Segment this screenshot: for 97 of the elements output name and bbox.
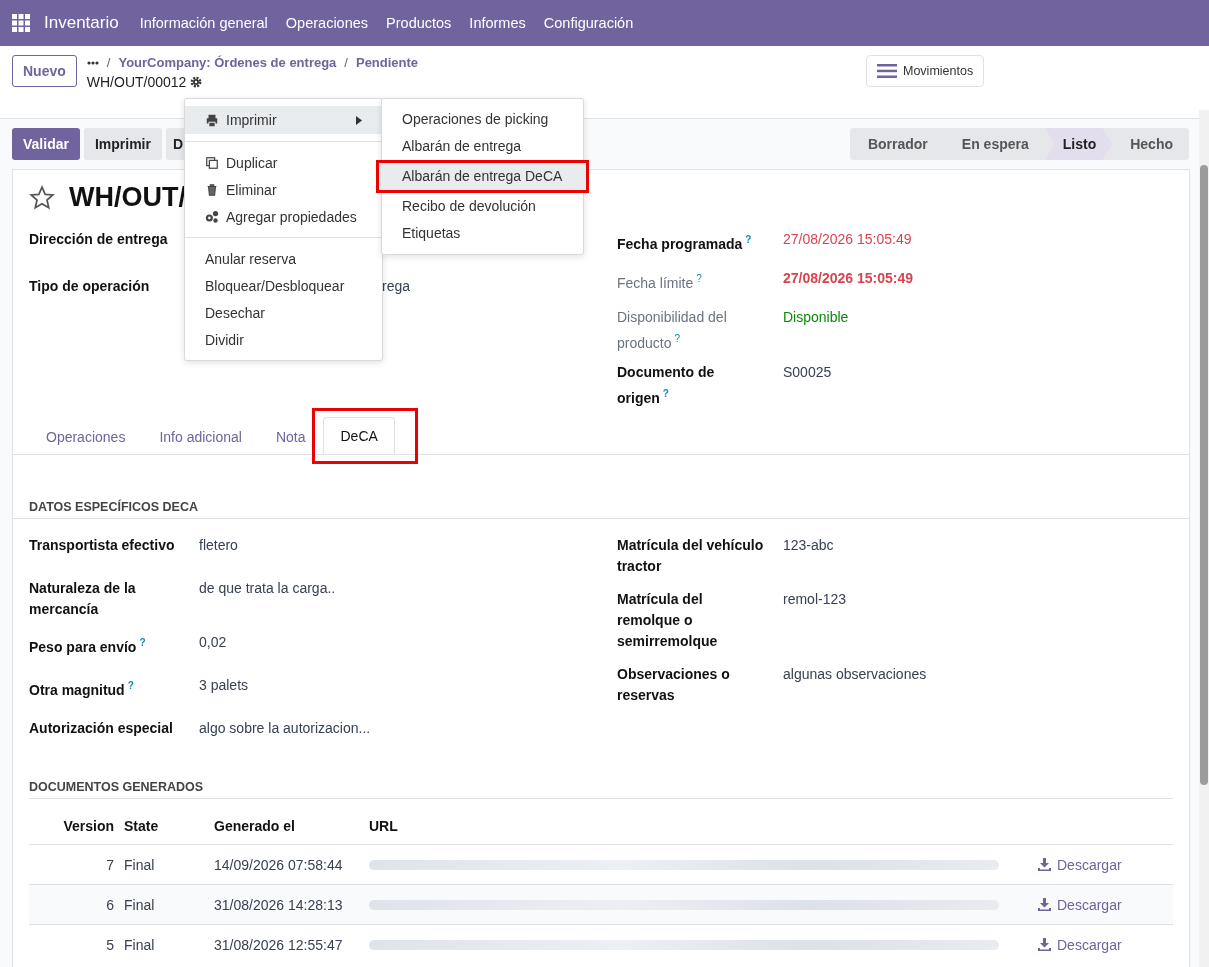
- action-button[interactable]: Imprimir: [83, 128, 162, 160]
- field-label: Fecha programada $^{?}$: [617, 233, 753, 254]
- app-name[interactable]: Inventario: [44, 13, 119, 33]
- download-link[interactable]: Descargar: [1038, 856, 1122, 873]
- help-mark: ?: [127, 680, 134, 692]
- section-heading: DATOS ESPECÍFICOS DECA: [13, 500, 1189, 520]
- menu-item[interactable]: Anular reserva: [185, 245, 382, 272]
- copy-icon: [205, 155, 219, 170]
- table-cell: 6: [29, 884, 119, 925]
- status-step[interactable]: Borrador: [849, 128, 944, 160]
- settings-icon[interactable]: [190, 76, 203, 88]
- field-value: 0,02: [199, 633, 227, 653]
- tab[interactable]: DeCA: [323, 417, 395, 455]
- new-button[interactable]: Nuevo: [12, 55, 77, 87]
- help-mark: ?: [674, 333, 681, 344]
- moves-button[interactable]: Movimientos: [866, 55, 985, 87]
- trash-icon: [205, 182, 219, 197]
- field-label: Observaciones o reservas: [617, 665, 731, 706]
- nav-menu-item[interactable]: Productos: [379, 11, 459, 35]
- record-title: WH/OUT/: [69, 182, 186, 213]
- download-icon: [1038, 898, 1051, 912]
- breadcrumb-link[interactable]: Pendiente: [355, 55, 419, 70]
- breadcrumb-link[interactable]: YourCompany: Órdenes de entrega: [118, 55, 337, 70]
- field-label: Matrícula del remolque o semirremolque: [617, 590, 719, 652]
- field-label: Otra magnitud $^{?}$: [29, 679, 135, 700]
- field-value: remol-123: [783, 590, 847, 610]
- column-header: Generado el: [209, 811, 364, 845]
- scrollbar[interactable]: [1199, 110, 1209, 967]
- field-value: 27/08/2026 15:05:49: [783, 269, 913, 288]
- field-value: algo sobre la autorizacion...: [199, 719, 371, 739]
- tab[interactable]: Info adicional: [142, 418, 259, 456]
- field-value: rega: [382, 277, 411, 296]
- field-value: 27/08/2026 15:05:49: [783, 230, 912, 249]
- field-label: Documento de origen $^{?}$: [617, 362, 716, 408]
- help-mark: ?: [696, 273, 702, 284]
- nav-menu-item[interactable]: Informes: [462, 11, 533, 35]
- field-label: Fecha límite $^{?}$: [617, 272, 703, 293]
- field-label: Transportista efectivo: [29, 536, 176, 556]
- field-value: Disponible: [783, 308, 849, 327]
- menu-icon: [877, 64, 897, 78]
- breadcrumb-separator: /: [106, 55, 111, 70]
- table-cell: 31/08/2026 14:28:13: [209, 884, 364, 925]
- menu-item[interactable]: Albarán de entrega: [382, 133, 583, 160]
- column-header: URL: [364, 811, 1033, 845]
- field-label: Dirección de entrega: [29, 230, 169, 249]
- nav-menu-item[interactable]: Información general: [132, 11, 275, 35]
- tab[interactable]: Nota: [258, 418, 323, 456]
- record-name: WH/OUT/00012: [86, 74, 187, 90]
- field-value: de que trata la carga..: [199, 579, 336, 599]
- table-cell: Final: [119, 884, 209, 925]
- download-link[interactable]: Descargar: [1038, 936, 1122, 953]
- field-value: S00025: [783, 362, 832, 382]
- menu-item[interactable]: Desechar: [185, 299, 382, 326]
- menu-item[interactable]: Imprimir: [185, 106, 382, 134]
- help-mark: ?: [745, 234, 752, 245]
- table-cell: Final: [119, 924, 209, 965]
- field-label: Peso para envío $^{?}$: [29, 636, 147, 657]
- status-step[interactable]: Hecho: [1112, 128, 1189, 160]
- caret-icon: [356, 115, 362, 125]
- column-header: State: [119, 811, 209, 845]
- menu-item[interactable]: Dividir: [185, 326, 382, 353]
- menu-item[interactable]: Etiquetas: [382, 220, 583, 247]
- field-value: algunas observaciones: [783, 665, 927, 685]
- field-value: fletero: [199, 536, 238, 556]
- help-mark: ?: [662, 387, 669, 399]
- field-label: Matrícula del vehículo tractor: [617, 536, 765, 577]
- field-label: Autorización especial: [29, 719, 174, 739]
- menu-item[interactable]: Bloquear/Desbloquear: [185, 272, 382, 299]
- tab[interactable]: Operaciones: [29, 418, 143, 456]
- breadcrumb-separator: /: [344, 55, 348, 70]
- column-header: Version: [29, 811, 119, 845]
- status-step[interactable]: Listo: [1044, 128, 1113, 160]
- action-button[interactable]: Validar: [12, 128, 80, 160]
- table-cell: 31/08/2026 12:55:47: [209, 924, 364, 965]
- field-label: Naturaleza de la mercancía: [29, 579, 137, 620]
- section-heading: DOCUMENTOS GENERADOS: [29, 780, 1173, 800]
- help-mark: ?: [139, 637, 146, 649]
- table-cell: 5: [29, 924, 119, 965]
- more-icon[interactable]: [86, 60, 99, 65]
- printer-icon: [205, 113, 219, 127]
- download-icon: [1038, 938, 1051, 952]
- menu-item[interactable]: Albarán de entrega DeCA: [376, 160, 589, 193]
- nav-menu-item[interactable]: Operaciones: [278, 11, 376, 35]
- gears-icon: [205, 209, 219, 224]
- status-step[interactable]: En espera: [943, 128, 1045, 160]
- menu-item[interactable]: Agregar propiedades: [185, 203, 382, 230]
- field-value: 123-abc: [783, 536, 834, 556]
- menu-item[interactable]: Recibo de devolución: [382, 193, 583, 220]
- star-icon[interactable]: [29, 184, 55, 211]
- field-label: Disponibilidad del producto $^{?}$: [617, 308, 728, 353]
- action-button[interactable]: D: [165, 128, 187, 160]
- nav-menu-item[interactable]: Configuración: [536, 11, 641, 35]
- app-grid-icon[interactable]: [12, 14, 30, 32]
- menu-item[interactable]: Operaciones de picking: [382, 106, 583, 133]
- field-label: Tipo de operación: [29, 277, 151, 296]
- field-value: 3 palets: [199, 676, 249, 696]
- download-icon: [1038, 858, 1051, 872]
